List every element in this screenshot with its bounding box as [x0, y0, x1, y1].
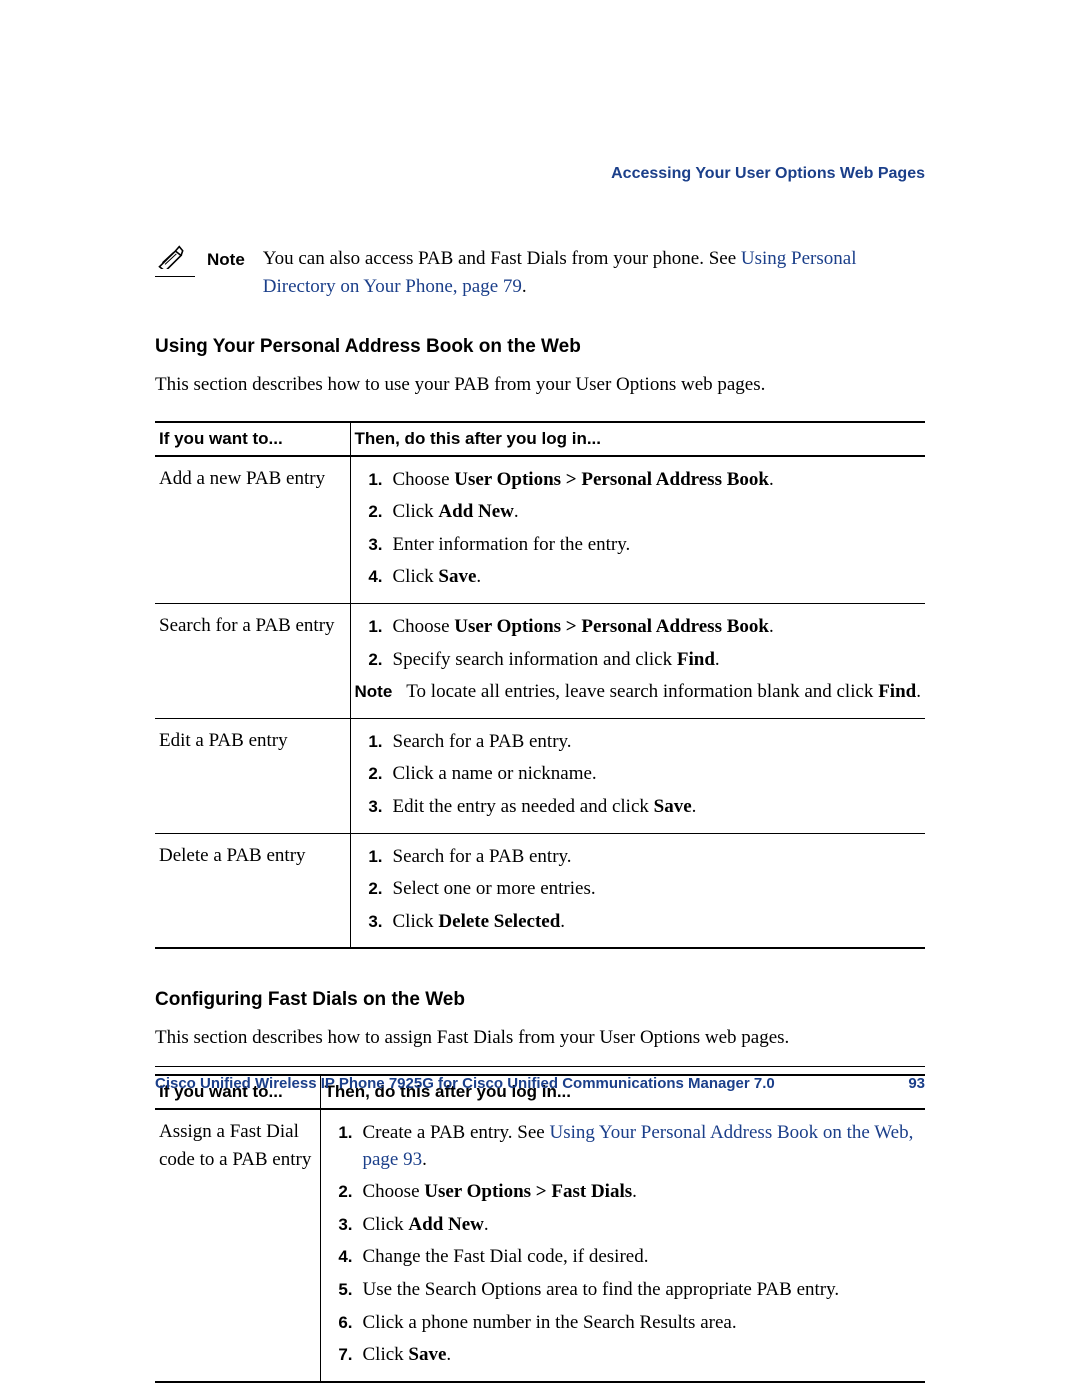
- table-header-task: If you want to...: [155, 422, 350, 456]
- table-pab: If you want to... Then, do this after yo…: [155, 421, 925, 950]
- task-cell: Search for a PAB entry: [155, 604, 350, 719]
- note-icon: [155, 245, 195, 273]
- note-text: You can also access PAB and Fast Dials f…: [263, 245, 925, 300]
- running-header: Accessing Your User Options Web Pages: [155, 165, 925, 183]
- steps-cell: 1.Choose User Options > Personal Address…: [350, 456, 925, 604]
- note-label: Note: [207, 248, 245, 273]
- page: Accessing Your User Options Web Pages No…: [0, 0, 1080, 1397]
- note-text-after: .: [522, 276, 527, 297]
- steps-cell: 1.Create a PAB entry. See Using Your Per…: [320, 1109, 925, 1382]
- steps-cell: 1.Choose User Options > Personal Address…: [350, 604, 925, 719]
- inline-note: Note To locate all entries, leave search…: [355, 677, 922, 710]
- inline-note-label: Note: [355, 679, 407, 704]
- section-heading: Using Your Personal Address Book on the …: [155, 336, 925, 358]
- table-row: Delete a PAB entry 1.Search for a PAB en…: [155, 833, 925, 948]
- table-row: Search for a PAB entry 1.Choose User Opt…: [155, 604, 925, 719]
- task-cell: Assign a Fast Dial code to a PAB entry: [155, 1109, 320, 1382]
- task-cell: Edit a PAB entry: [155, 718, 350, 833]
- note-text-before: You can also access PAB and Fast Dials f…: [263, 248, 741, 269]
- table-row: Assign a Fast Dial code to a PAB entry 1…: [155, 1109, 925, 1382]
- task-cell: Add a new PAB entry: [155, 456, 350, 604]
- page-footer: Cisco Unified Wireless IP Phone 7925G fo…: [155, 1066, 925, 1092]
- steps-cell: 1.Search for a PAB entry. 2.Select one o…: [350, 833, 925, 948]
- steps-cell: 1.Search for a PAB entry. 2.Click a name…: [350, 718, 925, 833]
- table-row: Add a new PAB entry 1.Choose User Option…: [155, 456, 925, 604]
- footer-title: Cisco Unified Wireless IP Phone 7925G fo…: [155, 1075, 775, 1092]
- table-row: Edit a PAB entry 1.Search for a PAB entr…: [155, 718, 925, 833]
- section-fastdials: Configuring Fast Dials on the Web This s…: [155, 989, 925, 1382]
- task-cell: Delete a PAB entry: [155, 833, 350, 948]
- section-intro: This section describes how to use your P…: [155, 372, 925, 399]
- section-intro: This section describes how to assign Fas…: [155, 1025, 925, 1052]
- table-header-steps: Then, do this after you log in...: [350, 422, 925, 456]
- section-pab: Using Your Personal Address Book on the …: [155, 336, 925, 949]
- footer-page-number: 93: [908, 1075, 925, 1092]
- table-fastdials: If you want to... Then, do this after yo…: [155, 1074, 925, 1383]
- note-block: Note You can also access PAB and Fast Di…: [155, 245, 925, 300]
- section-heading: Configuring Fast Dials on the Web: [155, 989, 925, 1011]
